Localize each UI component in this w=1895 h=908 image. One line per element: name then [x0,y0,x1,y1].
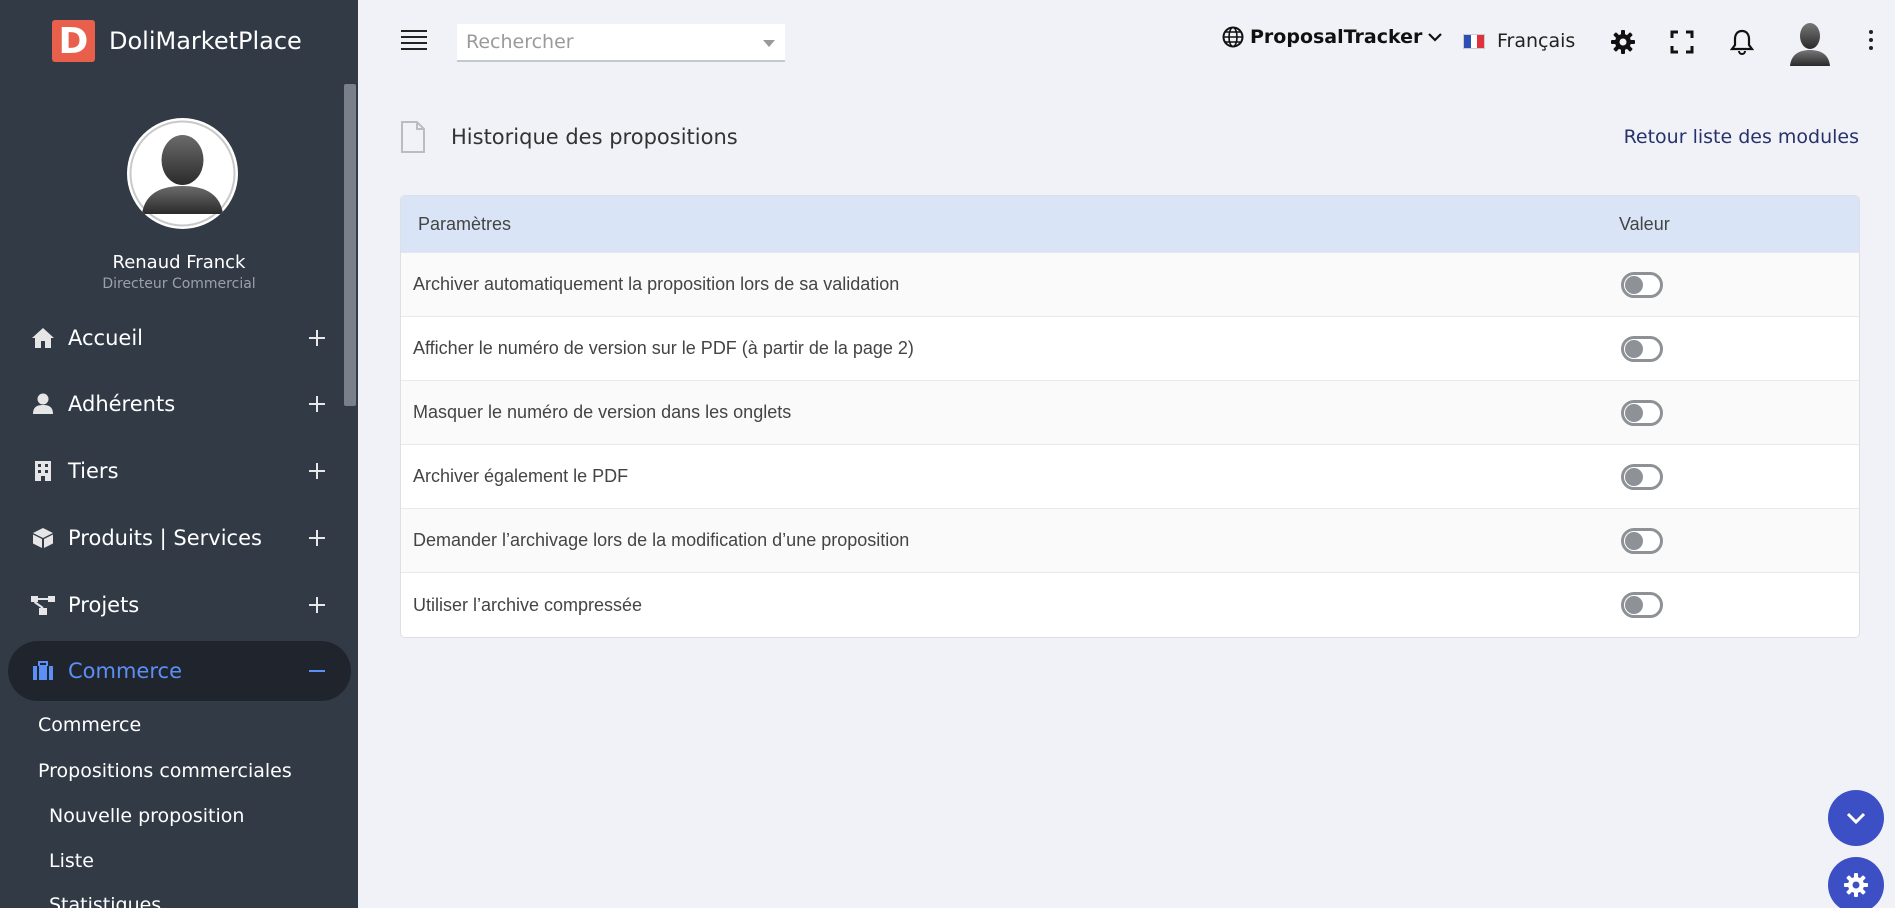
user-silhouette-icon [129,120,236,227]
setting-toggle[interactable] [1621,271,1663,298]
setting-toggle[interactable] [1621,527,1663,554]
profile-name: Renaud Franck [112,252,246,273]
setting-label: Archiver également le PDF [413,466,629,486]
nav-label: Commerce [68,659,182,683]
setting-label: Utiliser l’archive compressée [413,594,643,615]
module-name: ProposalTracker [1250,26,1423,48]
toggle-knob [1625,339,1643,358]
page-title: Historique des propositions [451,125,738,149]
setting-label: Demander l’archivage lors de la modifica… [413,530,910,550]
expand-icon[interactable] [305,392,329,416]
more-options-icon[interactable] [1868,30,1874,52]
setting-toggle[interactable] [1621,463,1663,490]
table-row: Archiver également le PDF [401,445,1859,509]
caret-down-icon [763,40,775,47]
table-row: Demander l’archivage lors de la modifica… [401,509,1859,573]
collapse-icon[interactable] [305,659,329,683]
sitemap-icon [30,592,56,618]
toggle-knob [1625,467,1643,486]
globe-icon [1222,26,1244,48]
profile-role: Directeur Commercial [102,276,256,292]
chevron-down-icon [1846,812,1866,825]
bell-icon[interactable] [1728,28,1756,56]
nav-item-accueil[interactable]: Accueil [8,308,351,368]
table-row: Afficher le numéro de version sur le PDF… [401,317,1859,381]
nav-item-tiers[interactable]: Tiers [8,441,351,501]
settings-table: Paramètres Valeur Archiver automatiqueme… [400,195,1860,638]
user-silhouette-icon [1790,23,1830,66]
expand-icon[interactable] [305,459,329,483]
expand-icon[interactable] [305,526,329,550]
chevron-down-icon [1428,33,1443,42]
expand-icon[interactable] [305,593,329,617]
table-row: Utiliser l’archive compressée [401,573,1859,637]
setting-label: Masquer le numéro de version dans les on… [413,402,792,422]
building-icon [30,458,56,484]
briefcase-icon [30,658,56,684]
profile-avatar[interactable] [127,118,238,229]
toggle-knob [1625,403,1643,422]
table-header: Paramètres Valeur [401,196,1859,253]
brand-logo: D [52,20,95,62]
menu-toggle-icon[interactable] [401,30,427,50]
nav-item-produits-services[interactable]: Produits | Services [8,508,351,568]
cube-icon [30,525,56,551]
language-label: Français [1497,30,1576,52]
search-select[interactable]: Rechercher [457,24,785,62]
nav-label: Accueil [68,326,143,350]
subnav-item-commerce[interactable]: Commerce [38,714,141,736]
brand-name: DoliMarketPlace [109,27,302,55]
nav-item-adherents[interactable]: Adhérents [8,374,351,434]
nav-item-projets[interactable]: Projets [8,575,351,635]
toggle-knob [1625,596,1643,614]
nav-item-commerce[interactable]: Commerce [8,641,351,701]
subnav-item-statistiques[interactable]: Statistiques [49,894,161,908]
flag-fr-icon [1463,33,1485,49]
setting-toggle[interactable] [1621,592,1663,618]
setting-toggle[interactable] [1621,399,1663,426]
fullscreen-icon[interactable] [1668,28,1696,56]
user-icon [30,391,56,417]
brand[interactable]: D DoliMarketPlace [52,20,302,62]
module-switcher[interactable]: ProposalTracker [1222,26,1443,48]
setting-toggle[interactable] [1621,335,1663,362]
sidebar: D DoliMarketPlace Renaud Franck Directeu… [0,0,358,908]
column-header-parametres: Paramètres [418,213,512,234]
setting-label: Afficher le numéro de version sur le PDF… [413,338,914,358]
gear-icon[interactable] [1609,28,1637,56]
settings-fab-button[interactable] [1828,857,1884,908]
scroll-down-button[interactable] [1828,790,1884,846]
table-row: Archiver automatiquement la proposition … [401,253,1859,317]
sidebar-scrollbar[interactable] [344,84,356,406]
gear-icon [1844,873,1868,897]
subnav-item-nouvelle-proposition[interactable]: Nouvelle proposition [49,805,244,827]
nav-label: Produits | Services [68,526,262,550]
user-avatar[interactable] [1788,20,1832,66]
table-row: Masquer le numéro de version dans les on… [401,381,1859,445]
nav-label: Tiers [68,459,119,483]
home-icon [30,325,56,351]
column-header-valeur: Valeur [1619,213,1670,234]
table-body: Archiver automatiquement la proposition … [401,253,1859,637]
expand-icon[interactable] [305,326,329,350]
language-switcher[interactable]: Français [1463,30,1575,52]
toggle-knob [1625,275,1643,294]
setting-label: Archiver automatiquement la proposition … [413,274,900,294]
nav-label: Adhérents [68,392,176,416]
search-placeholder: Rechercher [466,31,574,53]
toggle-knob [1625,531,1643,550]
nav-label: Projets [68,593,140,617]
document-icon [400,121,426,153]
subnav-item-propositions[interactable]: Propositions commerciales [38,760,292,782]
back-to-modules-link[interactable]: Retour liste des modules [1624,126,1859,148]
subnav-item-liste[interactable]: Liste [49,850,94,872]
